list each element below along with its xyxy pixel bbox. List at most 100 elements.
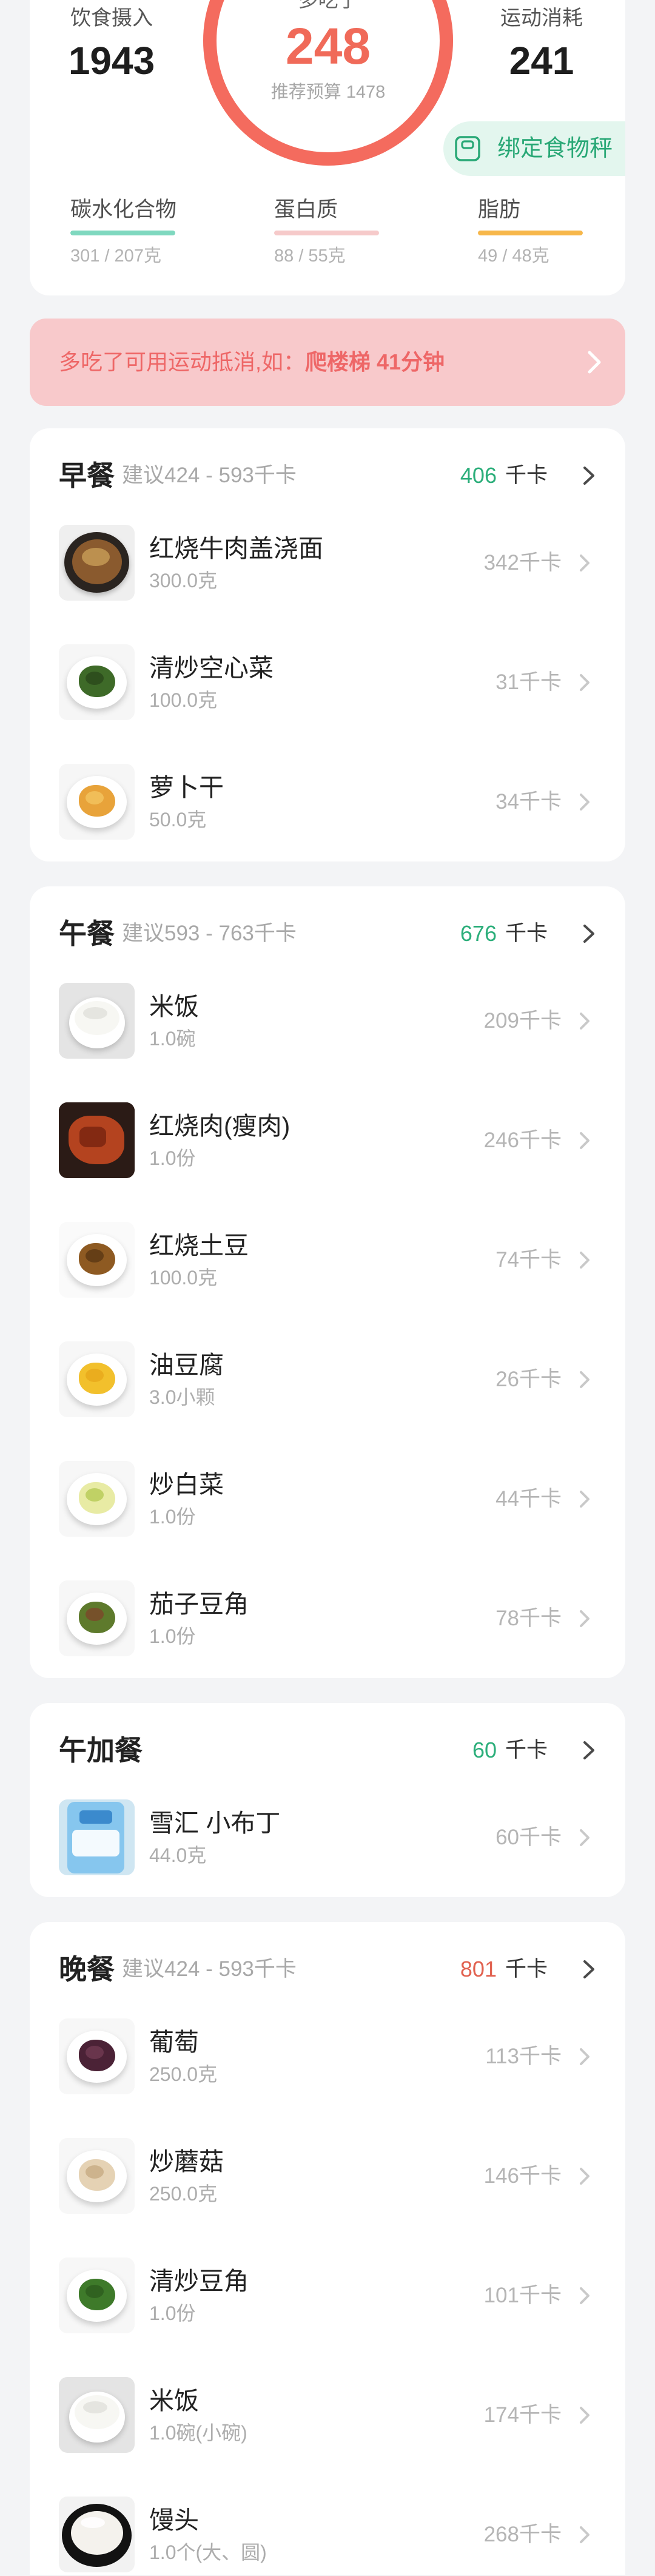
chevron-right-icon	[580, 2048, 590, 2065]
burn-stat: 运动消耗 241	[475, 0, 608, 83]
meal-title: 晚餐	[59, 1954, 115, 1985]
food-amount: 250.0克	[149, 2182, 218, 2205]
macro-bar	[70, 231, 175, 235]
meal-header[interactable]: 晚餐 建议424 - 593千卡 801 千卡	[30, 1922, 625, 1997]
food-item-row[interactable]: 雪汇 小布丁 44.0克 60千卡	[30, 1778, 625, 1897]
bind-food-scale-button[interactable]: 绑定食物秤	[443, 121, 625, 176]
chevron-right-icon	[583, 925, 594, 943]
food-image	[59, 1222, 135, 1298]
meal-calories-unit: 千卡	[505, 1957, 548, 1981]
food-detail-shape	[82, 548, 110, 566]
macro-carbs: 碳水化合物 301 / 207克	[70, 198, 210, 267]
food-detail-shape	[86, 791, 104, 804]
food-kcal: 209千卡	[483, 1008, 562, 1033]
food-shape	[72, 1830, 119, 1856]
meal-card: 晚餐 建议424 - 593千卡 801 千卡 葡萄 250.0克 113千卡 炒蘑菇 250.…	[30, 1922, 625, 2575]
food-text: 清炒空心菜 100.0克	[149, 644, 274, 720]
food-item-row[interactable]: 炒蘑菇 250.0克 146千卡	[30, 2116, 625, 2236]
food-item-row[interactable]: 红烧牛肉盖浇面 300.0克 342千卡	[30, 503, 625, 622]
food-name: 炒蘑菇	[149, 2147, 224, 2176]
food-item-row[interactable]: 油豆腐 3.0小颗 26千卡	[30, 1320, 625, 1439]
food-item-row[interactable]: 葡萄 250.0克 113千卡	[30, 1997, 625, 2116]
meal-calories-unit: 千卡	[505, 1738, 548, 1762]
food-text: 清炒豆角 1.0份	[149, 2257, 249, 2333]
food-calories: 246千卡	[484, 1102, 591, 1178]
food-item-row[interactable]: 红烧肉(瘦肉) 1.0份 246千卡	[30, 1081, 625, 1200]
food-item-row[interactable]: 清炒空心菜 100.0克 31千卡	[30, 622, 625, 742]
food-item-row[interactable]: 米饭 1.0碗 209千卡	[30, 961, 625, 1081]
meal-title: 午餐	[59, 918, 115, 949]
macro-bar	[274, 231, 379, 235]
food-kcal: 78千卡	[495, 1606, 562, 1630]
food-amount: 50.0克	[149, 808, 207, 831]
food-detail-shape	[86, 2165, 104, 2179]
food-text: 米饭 1.0碗(小碗)	[149, 2377, 247, 2453]
food-detail-shape	[86, 1249, 104, 1263]
food-text: 油豆腐 3.0小颗	[149, 1341, 224, 1417]
meal-header[interactable]: 午加餐 60 千卡	[30, 1703, 625, 1778]
intake-stat: 饮食摄入 1943	[45, 0, 178, 83]
chevron-right-icon	[580, 2287, 590, 2304]
food-calories: 209千卡	[484, 983, 591, 1059]
meal-calories-value: 406	[460, 463, 497, 488]
food-item-row[interactable]: 萝卜干 50.0克 34千卡	[30, 742, 625, 861]
chevron-right-icon	[580, 1490, 590, 1508]
food-kcal: 26千卡	[495, 1367, 562, 1391]
food-text: 米饭 1.0碗	[149, 983, 199, 1059]
meal-calories: 676 千卡	[460, 920, 596, 947]
chevron-right-icon	[580, 1131, 590, 1149]
meal-calories-value: 676	[460, 921, 497, 946]
food-text: 萝卜干 50.0克	[149, 764, 224, 840]
food-amount: 1.0个(大、圆)	[149, 2541, 267, 2563]
food-text: 炒白菜 1.0份	[149, 1461, 224, 1537]
food-item-row[interactable]: 清炒豆角 1.0份 101千卡	[30, 2236, 625, 2355]
meal-card: 午餐 建议593 - 763千卡 676 千卡米饭 1.0碗 209千卡红烧肉(瘦肉) 1.…	[30, 886, 625, 1678]
food-item-row[interactable]: 红烧土豆 100.0克 74千卡	[30, 1200, 625, 1320]
food-item-row[interactable]: 茄子豆角 1.0份 78千卡	[30, 1559, 625, 1678]
chevron-right-icon	[580, 1251, 590, 1269]
food-name: 茄子豆角	[149, 1590, 249, 1618]
chevron-right-icon	[583, 1741, 594, 1759]
food-text: 馒头 1.0个(大、圆)	[149, 2497, 267, 2572]
recommended-budget: 推荐预算 1478	[270, 83, 386, 102]
food-detail-shape	[86, 2046, 104, 2059]
food-calories: 101千卡	[484, 2257, 591, 2333]
food-calories: 74千卡	[495, 1222, 591, 1298]
chevron-right-icon	[580, 2406, 590, 2424]
exercise-offset-banner[interactable]: 多吃了可用运动抵消,如：爬楼梯 41分钟	[30, 319, 625, 406]
food-name: 葡萄	[149, 2028, 199, 2056]
food-name: 萝卜干	[149, 773, 224, 801]
chevron-right-icon	[588, 351, 601, 374]
food-name: 红烧肉(瘦肉)	[149, 1111, 291, 1140]
chevron-right-icon	[580, 1012, 590, 1030]
food-calories: 113千卡	[485, 2018, 591, 2094]
food-calories: 26千卡	[495, 1341, 591, 1417]
food-image	[59, 2377, 135, 2453]
food-kcal: 113千卡	[485, 2044, 562, 2068]
food-kcal: 31千卡	[495, 670, 562, 694]
food-item-row[interactable]: 米饭 1.0碗(小碗) 174千卡	[30, 2355, 625, 2475]
food-kcal: 34千卡	[495, 789, 562, 814]
food-image	[59, 1580, 135, 1656]
meal-header[interactable]: 午餐 建议593 - 763千卡 676 千卡	[30, 886, 625, 961]
food-kcal: 44千卡	[495, 1486, 562, 1511]
food-kcal: 174千卡	[483, 2402, 562, 2427]
banner-message: 多吃了可用运动抵消,如：	[59, 349, 306, 374]
food-amount: 3.0小颗	[149, 1386, 215, 1408]
chevron-right-icon	[580, 554, 590, 572]
intake-value: 1943	[68, 39, 155, 83]
chevron-right-icon	[580, 1371, 590, 1388]
food-amount: 44.0克	[149, 1844, 207, 1866]
food-item-row[interactable]: 馒头 1.0个(大、圆) 268千卡	[30, 2475, 625, 2575]
banner-highlight: 爬楼梯 41分钟	[305, 349, 445, 374]
food-kcal: 146千卡	[483, 2163, 562, 2188]
bind-food-scale-label: 绑定食物秤	[497, 136, 613, 161]
food-image	[59, 2018, 135, 2094]
meal-card: 午加餐 60 千卡 雪汇 小布丁 44.0克 60千卡	[30, 1703, 625, 1897]
meal-header[interactable]: 早餐 建议424 - 593千卡 406 千卡	[30, 428, 625, 503]
chevron-right-icon	[583, 467, 594, 485]
food-image	[59, 2138, 135, 2214]
macro-label: 脂肪	[478, 198, 521, 221]
food-item-row[interactable]: 炒白菜 1.0份 44千卡	[30, 1439, 625, 1559]
scale-icon	[455, 136, 480, 161]
